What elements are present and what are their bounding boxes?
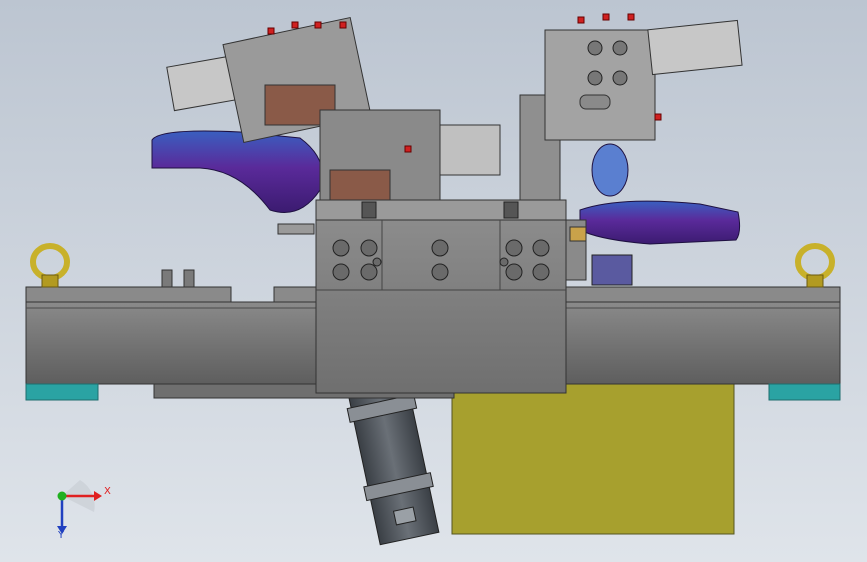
origin-icon	[57, 491, 67, 501]
coordinate-triad: X Y	[44, 478, 114, 544]
cad-model-canvas[interactable]	[0, 0, 867, 562]
center-fixture-block[interactable]	[315, 199, 587, 394]
x-axis-label: X	[104, 486, 111, 497]
locating-pin[interactable]	[277, 223, 315, 235]
cad-viewport[interactable]	[0, 0, 867, 562]
y-axis-label: Y	[58, 530, 65, 541]
yellow-block[interactable]	[451, 383, 735, 535]
teal-foot-pad-right[interactable]	[768, 383, 841, 401]
x-arrowhead-icon	[94, 491, 102, 501]
teal-foot-pad-left[interactable]	[25, 383, 99, 401]
